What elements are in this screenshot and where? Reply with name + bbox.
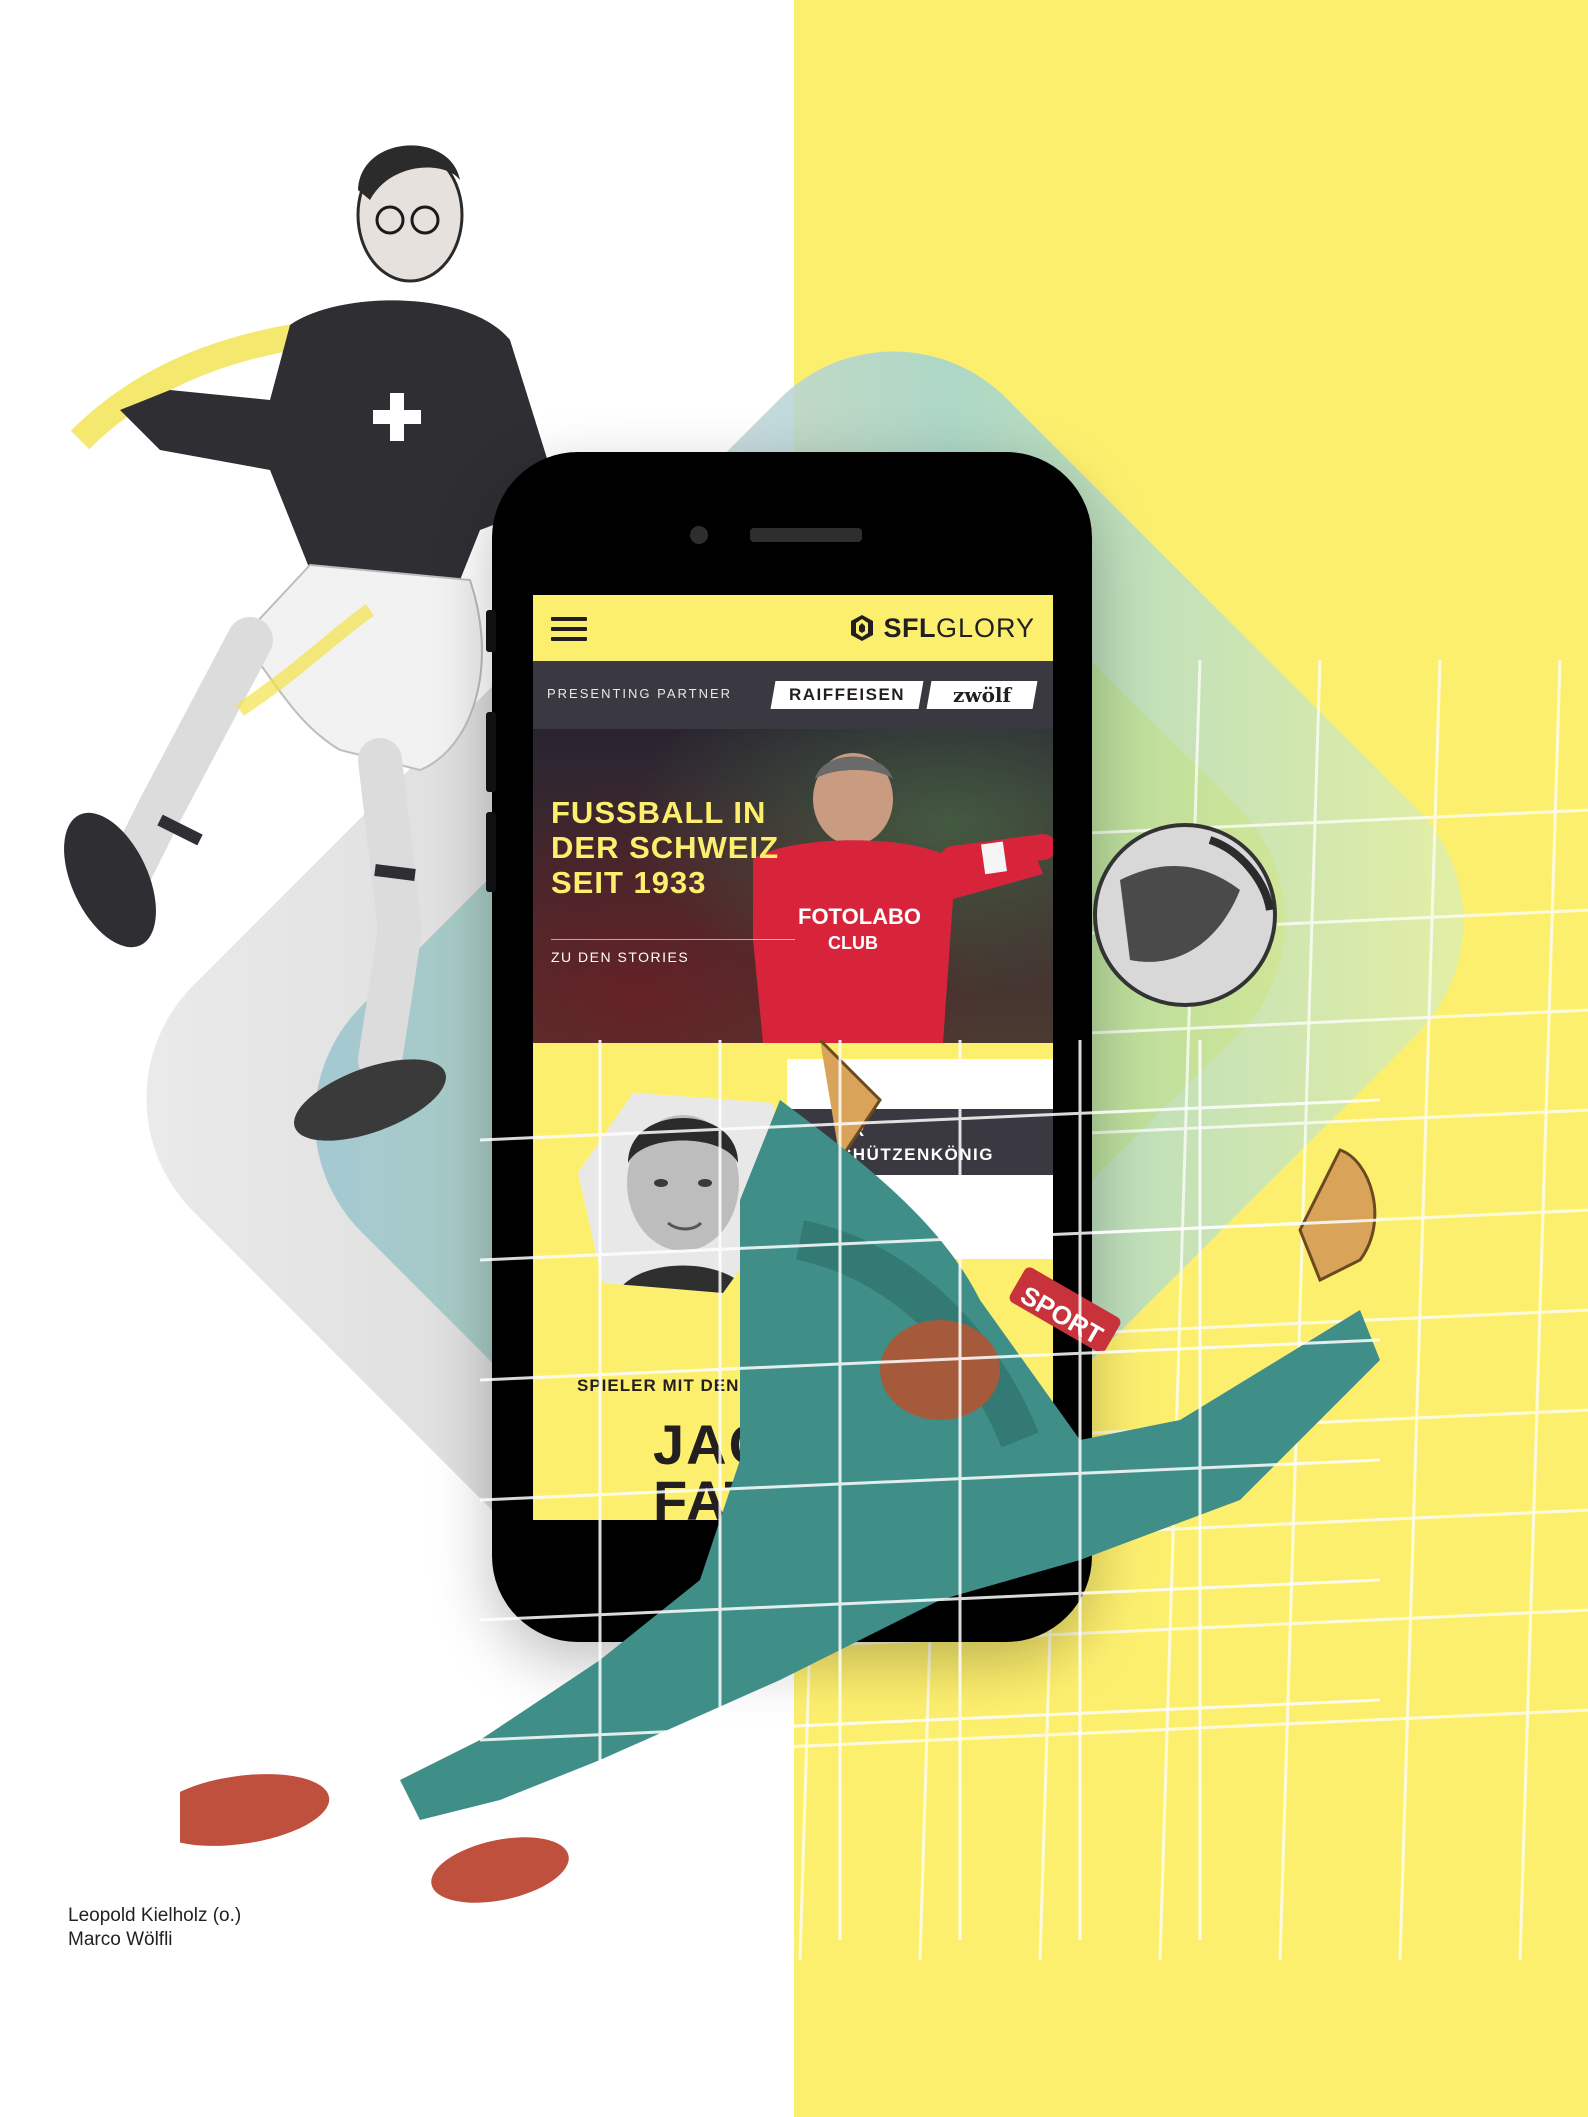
logo-text-sfl: SFL xyxy=(883,612,936,643)
partner-label: PRESENTING PARTNER xyxy=(547,686,733,701)
phone-volume-up-button xyxy=(486,712,496,792)
hero-banner[interactable]: FOTOLABO CLUB FUSSBALL IN DER SCHWEIZ SE… xyxy=(533,729,1053,1043)
credit-line: Marco Wölfli xyxy=(68,1929,173,1950)
partner-raiffeisen-text: RAIFFEISEN xyxy=(788,685,906,704)
svg-text:FOTOLABO: FOTOLABO xyxy=(798,904,921,929)
app-header: SFL GLORY xyxy=(533,595,1053,661)
sfl-glory-logo[interactable]: SFL GLORY xyxy=(847,613,1035,643)
sfl-ball-logo-icon xyxy=(851,615,874,641)
hero-title: FUSSBALL IN DER SCHWEIZ SEIT 1933 xyxy=(551,795,851,900)
diving-goalkeeper-illustration: SPORT xyxy=(180,1040,1380,1940)
partner-zwoelf-text: zwölf xyxy=(952,683,1012,707)
magazine-page: SFL GLORY PRESENTING PARTNER RAIFFEISEN … xyxy=(0,0,1588,2117)
hero-divider xyxy=(551,939,795,940)
football-illustration xyxy=(1093,823,1277,1007)
logo-text-glory: GLORY xyxy=(935,612,1035,643)
phone-mute-switch xyxy=(486,610,496,652)
credit-line: Leopold Kielholz (o.) xyxy=(68,1905,242,1926)
hero-title-line: DER SCHWEIZ xyxy=(551,830,779,865)
stories-link[interactable]: ZU DEN STORIES xyxy=(551,949,689,965)
partner-logo-raiffeisen[interactable]: RAIFFEISEN xyxy=(770,681,924,709)
hero-title-line: SEIT 1933 xyxy=(551,865,707,900)
hero-title-line: FUSSBALL IN xyxy=(551,795,767,830)
phone-speaker xyxy=(750,528,862,542)
phone-camera xyxy=(690,526,708,544)
partner-logo-zwoelf[interactable]: zwölf xyxy=(926,681,1038,709)
presenting-partner-bar: PRESENTING PARTNER RAIFFEISEN zwölf xyxy=(533,661,1053,729)
hamburger-menu-icon[interactable] xyxy=(551,617,587,641)
svg-text:CLUB: CLUB xyxy=(828,933,878,953)
photo-credits: Leopold Kielholz (o.) Marco Wölfli xyxy=(68,1904,241,1952)
phone-volume-down-button xyxy=(486,812,496,892)
